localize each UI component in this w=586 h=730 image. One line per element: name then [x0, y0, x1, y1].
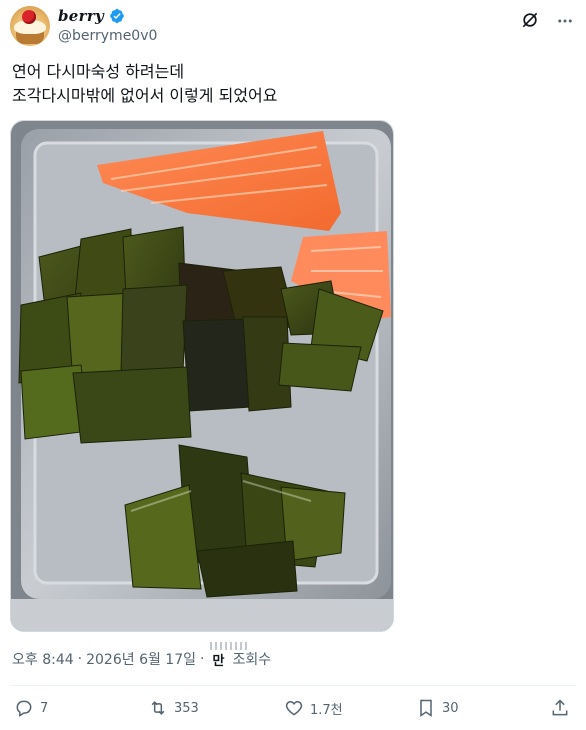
display-name[interactable]: berry	[58, 7, 104, 25]
tweet-photo[interactable]	[10, 120, 394, 632]
tweet-text: 연어 다시마숙성 하려는데 조각다시마밖에 없어서 이렇게 되었어요	[12, 60, 572, 108]
meta-separator: ·	[77, 651, 83, 667]
like-button[interactable]: 1.7천	[284, 698, 343, 718]
action-bar: 7 353 1.7천 30	[10, 698, 576, 722]
photo-salmon-kelp	[11, 121, 393, 631]
repost-button[interactable]: 353	[148, 698, 199, 718]
tweet-line-1: 연어 다시마숙성 하려는데	[12, 62, 185, 81]
bookmark-count: 30	[442, 700, 459, 716]
views-label: 조회수	[232, 652, 272, 668]
reply-count: 7	[40, 700, 49, 716]
avatar[interactable]	[10, 6, 50, 46]
reply-icon	[16, 700, 32, 717]
tweet-header: berry @berryme0v0	[10, 6, 576, 48]
name-row: berry	[58, 7, 125, 25]
share-button[interactable]	[550, 698, 570, 718]
tweet-line-2: 조각다시마밖에 없어서 이렇게 되었어요	[12, 86, 278, 105]
meta-separator-2: ·	[200, 651, 205, 667]
divider	[10, 685, 576, 686]
views-count-blur	[210, 641, 251, 650]
share-icon	[552, 699, 568, 716]
tweet-date[interactable]: 2026년 6월 17일	[86, 649, 196, 669]
like-icon	[285, 700, 303, 716]
more-icon[interactable]	[554, 12, 576, 30]
repost-icon	[151, 701, 165, 715]
bookmark-button[interactable]: 30	[416, 698, 459, 718]
handle[interactable]: @berryme0v0	[58, 28, 157, 44]
views-count: 만	[210, 641, 251, 669]
reply-button[interactable]: 7	[14, 698, 48, 718]
repost-count: 353	[174, 700, 199, 716]
tweet-meta: 오후 8:44 · 2026년 6월 17일 · 만 조회수	[12, 641, 272, 669]
bookmark-icon	[420, 699, 432, 717]
verified-icon	[110, 8, 124, 24]
views-count-text: 만	[212, 653, 225, 669]
grok-icon[interactable]	[520, 10, 540, 30]
tweet-time[interactable]: 오후 8:44	[12, 649, 74, 669]
like-count: 1.7천	[310, 702, 343, 718]
